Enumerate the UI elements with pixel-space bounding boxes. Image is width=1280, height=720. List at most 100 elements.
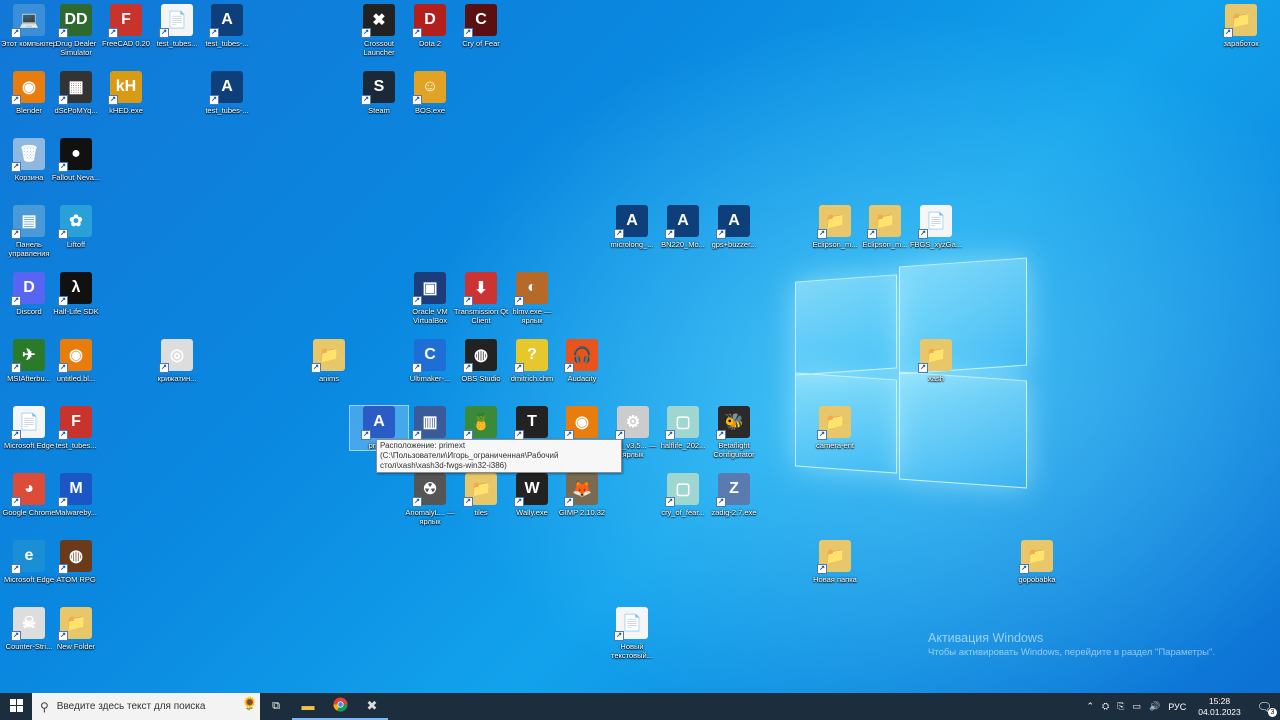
desktop-icon-label: крижатин... (157, 374, 197, 383)
icon-glyph: 💻 (19, 12, 39, 29)
desktop-icon[interactable]: 📁 ↗ заработок (1212, 4, 1270, 48)
app-icon: ☠ ↗ (11, 607, 45, 641)
desktop-icon[interactable]: 📁 ↗ camera-ent (806, 406, 864, 450)
app-icon: F ↗ (108, 4, 142, 38)
volume-icon[interactable]: 🔊 (1149, 701, 1160, 712)
desktop-icon[interactable]: ◎ ↗ крижатин... (148, 339, 206, 383)
clock[interactable]: 15:28 04.01.2023 (1198, 696, 1241, 718)
icon-glyph: ◐ (527, 279, 537, 296)
desktop-icon[interactable]: kH ↗ kHED.exe (97, 71, 155, 115)
language-indicator[interactable]: РУС (1168, 702, 1186, 712)
desktop-icon-label: BN220_Mo... (661, 240, 705, 249)
desktop-icon[interactable]: 📁 ↗ xash (907, 339, 965, 383)
app-icon: A ↗ (665, 205, 699, 239)
desktop-icon-label: Malwareby... (55, 508, 97, 517)
windows-start-icon (9, 698, 23, 715)
desktop-icon-label: Oracle VM VirtualBox (412, 307, 448, 325)
icon-glyph: ◉ (22, 79, 36, 96)
desktop-icon[interactable]: 📁 ↗ anims (300, 339, 358, 383)
desktop-icon[interactable]: 📄 ↗ FBGS_xyzGa... (907, 205, 965, 249)
app-icon: ◕ ↗ (11, 473, 45, 507)
network-icon[interactable]: ▭ (1132, 701, 1141, 712)
desktop-icon[interactable]: A ↗ gps+buzzer... (705, 205, 763, 249)
desktop-icon[interactable]: 📁 ↗ gopobabka (1008, 540, 1066, 584)
app-icon: ☺ ↗ (412, 71, 446, 105)
desktop-icon[interactable]: F ↗ FreeCAD 0.20 (97, 4, 155, 48)
desktop-icon[interactable]: ◍ ↗ ATOM RPG (47, 540, 105, 584)
desktop-icon[interactable]: A ↗ test_tubes-... (198, 4, 256, 48)
desktop-icon[interactable]: ◐ ↗ hlmv.exe — ярлык (503, 272, 561, 325)
desktop-icon[interactable]: ⬇ ↗ Transmission Qt Client (452, 272, 510, 325)
desktop-icon[interactable]: A ↗ microlong_... (603, 205, 661, 249)
network-device-icon[interactable]: ⛭ (1102, 701, 1109, 712)
desktop-icon[interactable]: A ↗ BN220_Mo... (654, 205, 712, 249)
search-highlight-icon: 🌻 (241, 696, 258, 711)
notification-center-button[interactable]: 🗨 3 (1253, 700, 1277, 717)
app-icon: W ↗ (514, 473, 548, 507)
desktop-icon[interactable]: ☺ ↗ BOS.exe (401, 71, 459, 115)
desktop-icon[interactable]: ● ↗ Fallout Neva... (47, 138, 105, 182)
app-icon: ⬇ ↗ (463, 272, 497, 306)
icon-glyph: 📄 (167, 12, 187, 29)
desktop-icon-label: zadig-2.7.exe (711, 508, 757, 517)
taskbar-chrome[interactable] (324, 693, 356, 720)
taskbar-search[interactable]: ⚲ Введите здесь текст для поиска 🌻 (32, 693, 260, 720)
desktop[interactable]: 💻 ↗ Этот компьютер DD ↗ Drug Dealer Simulator… (0, 0, 1280, 693)
desktop-icon[interactable]: C ↗ Cry of Fear (452, 4, 510, 48)
desktop-icon[interactable]: M ↗ Malwareby... (47, 473, 105, 517)
desktop-icon[interactable]: ◉ ↗ untitled.bl... (47, 339, 105, 383)
desktop-icon[interactable]: A ↗ test_tubes-... (198, 71, 256, 115)
app-icon: 📁 ↗ (58, 607, 92, 641)
desktop-icon[interactable]: C ↗ Ultimaker-... (401, 339, 459, 383)
desktop-icon-label: Transmission Qt Client (453, 307, 509, 325)
desktop-icon[interactable]: 🎧 ↗ Audacity (553, 339, 611, 383)
desktop-icon[interactable]: ◉ ↗ (553, 406, 611, 441)
desktop-icon[interactable]: S ↗ Steam (350, 71, 408, 115)
app-icon: D ↗ (412, 4, 446, 38)
desktop-icon[interactable]: F ↗ test_tubes... (47, 406, 105, 450)
desktop-icon[interactable]: ✖ ↗ Crossout Launcher (350, 4, 408, 57)
icon-glyph: ▢ (675, 481, 691, 498)
desktop-icon[interactable]: ▣ ↗ Oracle VM VirtualBox (401, 272, 459, 325)
desktop-icon[interactable]: ◍ ↗ OBS Studio (452, 339, 510, 383)
desktop-icon[interactable]: 📄 ↗ Новый текстовый... (603, 607, 661, 660)
desktop-icon[interactable]: ▢ ↗ halflife_202... (654, 406, 712, 450)
system-tray: ⌃ ⛭ ⎘ ▭ 🔊 РУС 15:28 04.01.2023 🗨 3 (1083, 693, 1280, 720)
app-icon: ? ↗ (514, 339, 548, 373)
app-icon: 🗑 ↗ (11, 138, 45, 172)
desktop-icon[interactable]: 🍍 ↗ (452, 406, 510, 441)
desktop-icon[interactable]: ▥ ↗ (401, 406, 459, 441)
desktop-icon[interactable]: 📁 ↗ tiles (452, 473, 510, 517)
app-icon: ◉ ↗ (564, 406, 598, 440)
desktop-icon-label: Audacity (567, 374, 597, 383)
desktop-icon[interactable]: 🦊 ↗ GIMP 2.10.32 (553, 473, 611, 517)
task-view-button[interactable]: ⧉ (260, 693, 292, 720)
icon-glyph: 📄 (622, 615, 642, 632)
desktop-icon[interactable]: 📁 ↗ New Folder (47, 607, 105, 651)
start-button[interactable] (0, 693, 32, 720)
app-icon: 📄 ↗ (918, 205, 952, 239)
desktop-icon[interactable]: ☢ ↗ AnomalyL... — ярлык (401, 473, 459, 526)
desktop-icon-label: hlmv.exe — ярлык (512, 307, 552, 325)
icon-glyph: A (373, 413, 385, 430)
usb-icon[interactable]: ⎘ (1117, 701, 1124, 712)
chevron-up-icon[interactable]: ⌃ (1087, 701, 1095, 712)
desktop-icon[interactable]: 🐝 ↗ Betaflight Configurator (705, 406, 763, 459)
taskbar-crossout[interactable]: ✖ (356, 693, 388, 720)
desktop-icon[interactable]: ▢ ↗ cry_of_fear... (654, 473, 712, 517)
icon-glyph: kH (115, 78, 137, 95)
desktop-icon[interactable]: 📁 ↗ Новая папка (806, 540, 864, 584)
shortcut-arrow-icon: ↗ (412, 363, 422, 373)
desktop-icon[interactable]: D ↗ Dota 2 (401, 4, 459, 48)
shortcut-arrow-icon: ↗ (412, 28, 422, 38)
icon-glyph: 🍍 (471, 414, 491, 431)
shortcut-arrow-icon: ↗ (58, 497, 68, 507)
desktop-icon[interactable]: 📁 ↗ Eclipson_m... (856, 205, 914, 249)
shortcut-arrow-icon: ↗ (412, 95, 422, 105)
desktop-icon[interactable]: Z ↗ zadig-2.7.exe (705, 473, 763, 517)
icon-glyph: DD (64, 11, 88, 28)
desktop-icon[interactable]: λ ↗ Half-Life SDK (47, 272, 105, 316)
taskbar-explorer[interactable]: ▬ (292, 693, 324, 720)
desktop-icon-label: tiles (474, 508, 488, 517)
desktop-icon[interactable]: ✿ ↗ Liftoff (47, 205, 105, 249)
